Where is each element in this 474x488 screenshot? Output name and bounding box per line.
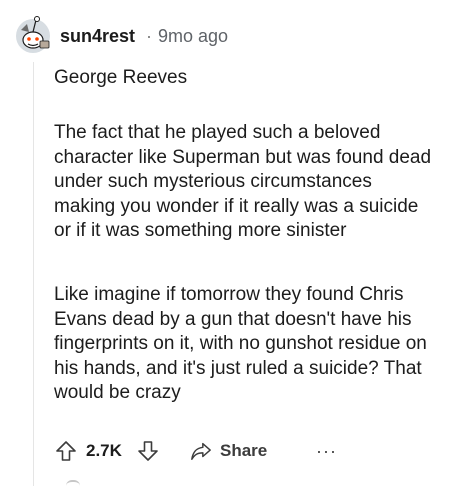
vote-score: 2.7K [86, 441, 122, 460]
timestamp[interactable]: 9mo ago [158, 25, 228, 47]
share-label: Share [220, 441, 268, 460]
more-options-button[interactable]: ··· [316, 437, 338, 465]
comment-paragraph-2: The fact that he played such a beloved c… [54, 122, 432, 241]
thread-line[interactable] [33, 62, 34, 486]
comment-paragraph-1: George Reeves [54, 67, 188, 88]
share-button[interactable]: Share [190, 437, 282, 465]
arrow-down-icon [138, 441, 158, 461]
username[interactable]: sun4rest [60, 25, 135, 47]
user-avatar[interactable] [13, 12, 53, 56]
arrow-up-icon [56, 441, 76, 461]
downvote-button[interactable] [136, 437, 160, 465]
meta-separator: · [146, 26, 152, 46]
snoo-avatar-icon [16, 16, 50, 53]
comment-paragraph-3: Like imagine if tomorrow they found Chri… [54, 284, 427, 403]
next-comment-stub [66, 480, 80, 488]
comment: sun4rest · 9mo ago George Reeves The fac… [0, 0, 474, 486]
share-arrow-icon [191, 442, 211, 460]
comment-actions: 2.7K Share ··· [54, 437, 354, 465]
upvote-button[interactable] [54, 437, 78, 465]
